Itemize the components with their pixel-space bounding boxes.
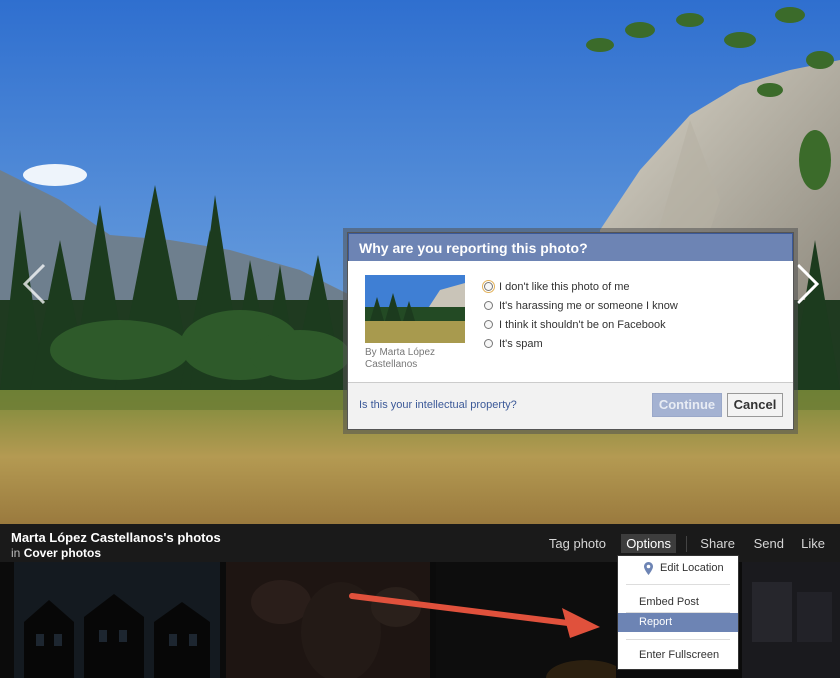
menu-divider <box>626 584 730 585</box>
strip-thumbnail[interactable] <box>436 562 616 678</box>
menu-item-embed-post[interactable]: Embed Post <box>618 593 738 612</box>
album-line: in Cover photos <box>11 546 101 560</box>
dialog-footer: Is this your intellectual property? Cont… <box>348 382 793 429</box>
intellectual-property-link[interactable]: Is this your intellectual property? <box>359 399 517 411</box>
menu-item-enter-fullscreen[interactable]: Enter Fullscreen <box>618 646 738 665</box>
thumbnail-credit: By Marta López Castellanos <box>365 347 436 370</box>
menu-item-edit-location[interactable]: Edit Location <box>618 559 738 578</box>
reason-label: It's harassing me or someone I know <box>499 299 678 312</box>
radio-button[interactable] <box>484 339 493 348</box>
album-prefix: in <box>11 546 21 560</box>
strip-thumbnail[interactable] <box>14 562 220 678</box>
chevron-left-icon <box>22 263 46 305</box>
menu-item-report[interactable]: Report <box>618 613 738 632</box>
continue-button[interactable]: Continue <box>652 393 722 417</box>
reason-label: It's spam <box>499 337 543 350</box>
cancel-button[interactable]: Cancel <box>727 393 783 417</box>
photo-owner[interactable]: Marta López Castellanos's photos <box>11 530 221 545</box>
options-button[interactable]: Options <box>621 534 676 553</box>
album-link[interactable]: Cover photos <box>24 546 101 560</box>
tag-photo-button[interactable]: Tag photo <box>549 536 606 551</box>
previous-photo-button[interactable] <box>16 258 52 310</box>
share-button[interactable]: Share <box>700 536 735 551</box>
send-button[interactable]: Send <box>754 536 784 551</box>
next-photo-button[interactable] <box>790 258 826 310</box>
action-divider <box>686 536 687 552</box>
strip-thumbnail[interactable] <box>742 562 840 678</box>
reason-option-dislike[interactable]: I don't like this photo of me <box>482 277 678 296</box>
strip-thumbnail[interactable] <box>226 562 430 678</box>
radio-button[interactable] <box>484 301 493 310</box>
chevron-right-icon <box>796 263 820 305</box>
report-photo-dialog: Why are you reporting this photo? By Mar… <box>347 232 794 430</box>
radio-button[interactable] <box>482 280 495 293</box>
menu-item-label: Edit Location <box>660 562 724 574</box>
reason-option-not-on-facebook[interactable]: I think it shouldn't be on Facebook <box>484 315 678 334</box>
like-button[interactable]: Like <box>801 536 825 551</box>
map-pin-icon <box>644 562 653 575</box>
reason-label: I think it shouldn't be on Facebook <box>499 318 666 331</box>
reason-option-spam[interactable]: It's spam <box>484 334 678 353</box>
report-reason-list: I don't like this photo of me It's haras… <box>482 277 678 353</box>
options-dropdown-menu: Edit Location Embed Post Report Enter Fu… <box>617 555 739 670</box>
reported-photo-thumbnail <box>365 275 465 343</box>
dialog-body: By Marta López Castellanos I don't like … <box>348 261 793 384</box>
menu-divider <box>626 639 730 640</box>
reason-option-harassing[interactable]: It's harassing me or someone I know <box>484 296 678 315</box>
reason-label: I don't like this photo of me <box>499 280 630 293</box>
dialog-title: Why are you reporting this photo? <box>348 233 793 261</box>
radio-button[interactable] <box>484 320 493 329</box>
